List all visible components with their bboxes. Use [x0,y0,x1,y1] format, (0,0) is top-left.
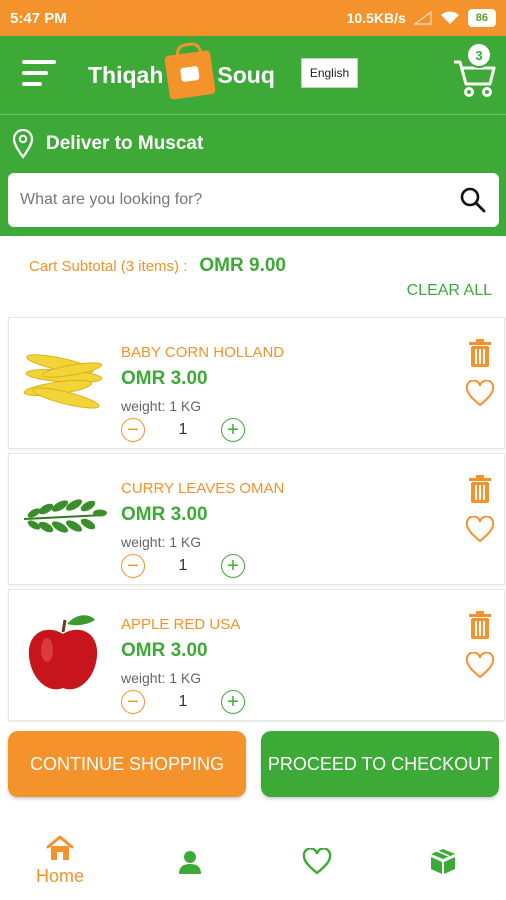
heart-icon [302,848,332,875]
battery-indicator: 86 [466,8,498,28]
cart-count-badge: 3 [466,42,492,68]
cart-item: BABY CORN HOLLAND OMR 3.00 weight: 1 KG … [8,317,505,449]
brand-name-right: Souq [217,61,275,88]
quantity-stepper: − 1 + [121,690,245,714]
heart-icon[interactable] [465,380,495,408]
item-price: OMR 3.00 [121,368,208,389]
location-pin-icon [12,129,34,159]
trash-icon[interactable] [467,474,493,504]
item-name[interactable]: BABY CORN HOLLAND [121,344,284,361]
status-time: 5:47 PM [10,9,67,27]
search-input[interactable] [20,191,459,209]
clear-all-button[interactable]: CLEAR ALL [407,282,492,300]
subtotal-label: Cart Subtotal (3 items) : [29,258,188,275]
curry-leaves-image [19,472,109,562]
user-icon [179,851,201,874]
search-box [8,173,499,227]
increase-quantity-button[interactable]: + [221,554,245,578]
item-name[interactable]: APPLE RED USA [121,616,240,633]
quantity-stepper: − 1 + [121,418,245,442]
quantity-stepper: − 1 + [121,554,245,578]
item-weight: weight: 1 KG [121,670,202,686]
home-icon [46,835,74,860]
continue-shopping-button[interactable]: CONTINUE SHOPPING [8,731,246,797]
nav-home-label: Home [36,866,85,886]
network-speed: 10.5KB/s [346,10,406,26]
heart-icon[interactable] [465,652,495,680]
item-name[interactable]: CURRY LEAVES OMAN [121,480,284,497]
quantity-value: 1 [178,421,188,438]
quantity-value: 1 [178,693,188,710]
cart-item: APPLE RED USA OMR 3.00 weight: 1 KG − 1 … [8,589,505,721]
cart-subtotal: Cart Subtotal (3 items) : OMR 9.00 [29,255,286,277]
brand-logo: Thiqah Souq [88,46,275,104]
item-weight: weight: 1 KG [121,534,202,550]
decrease-quantity-button[interactable]: − [121,554,145,578]
nav-account[interactable] [176,848,204,876]
proceed-to-checkout-button[interactable]: PROCEED TO CHECKOUT [261,731,499,797]
baby-corn-image [19,336,109,426]
deliver-location-label: Deliver to Muscat [46,133,204,154]
wifi-icon [440,11,459,24]
trash-icon[interactable] [467,610,493,640]
trash-icon[interactable] [467,338,493,368]
brand-name-left: Thiqah [88,61,164,88]
item-weight: weight: 1 KG [121,398,202,414]
item-price: OMR 3.00 [121,504,208,525]
status-bar: 5:47 PM 10.5KB/s 86 [0,0,506,36]
decrease-quantity-button[interactable]: − [121,418,145,442]
item-price: OMR 3.00 [121,640,208,661]
nav-home[interactable]: Home [36,834,84,887]
subtotal-amount: OMR 9.00 [199,255,286,276]
quantity-value: 1 [178,557,188,574]
deliver-location[interactable]: Deliver to Muscat [12,129,203,159]
nav-wishlist[interactable] [301,848,333,876]
nav-orders[interactable] [428,846,458,876]
box-icon [431,849,455,874]
signal-icon [413,11,432,25]
status-right: 10.5KB/s 86 [346,8,498,28]
cart-item: CURRY LEAVES OMAN OMR 3.00 weight: 1 KG … [8,453,505,585]
shopping-bag-icon [164,50,217,100]
language-button[interactable]: English [301,58,358,88]
search-icon[interactable] [459,186,487,214]
decrease-quantity-button[interactable]: − [121,690,145,714]
increase-quantity-button[interactable]: + [221,418,245,442]
app-header: Thiqah Souq English 3 [0,36,506,114]
increase-quantity-button[interactable]: + [221,690,245,714]
heart-icon[interactable] [465,516,495,544]
menu-icon[interactable] [22,60,56,90]
bottom-navigation: Home [0,820,506,900]
red-apple-image [19,608,109,698]
location-search-bar: Deliver to Muscat [0,114,506,236]
